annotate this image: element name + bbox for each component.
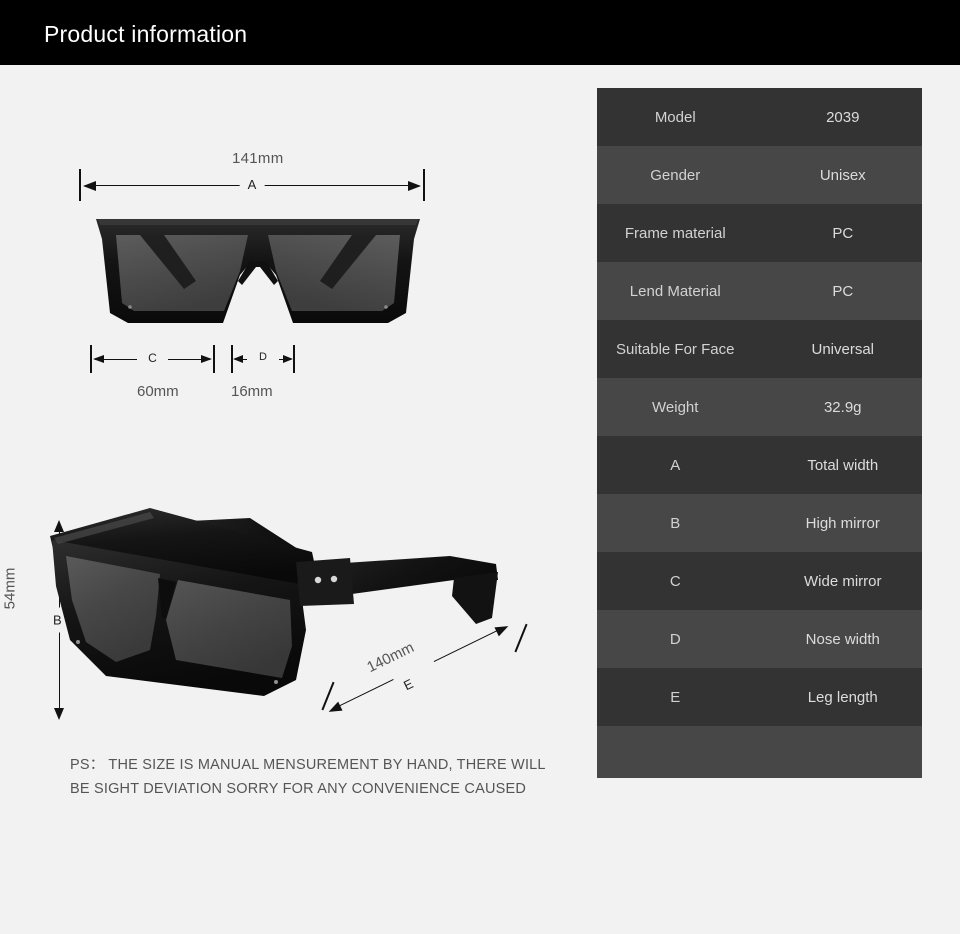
arrow-left-icon — [83, 181, 96, 191]
dimension-e-line-left — [335, 679, 394, 709]
spec-value: High mirror — [805, 514, 880, 532]
width-c-measurement-label: 60mm — [137, 383, 179, 400]
arrow-left-icon — [93, 355, 104, 363]
table-row: Gender Unisex — [597, 146, 922, 204]
disclaimer-line-2: BE SIGHT DEVIATION SORRY FOR ANY CONVENI… — [70, 781, 527, 797]
table-row: Model 2039 — [597, 88, 922, 146]
spec-key: E — [670, 688, 681, 706]
spec-value: PC — [832, 224, 854, 242]
page-header-bar: Product information — [0, 0, 960, 65]
rivet-angled-right — [274, 680, 278, 684]
table-row: C Wide mirror — [597, 552, 922, 610]
rivet-angled-left — [76, 640, 80, 644]
table-row: E Leg length — [597, 668, 922, 726]
arrow-right-icon — [283, 355, 293, 363]
dimension-e-line-right — [433, 629, 500, 663]
rivet-right — [384, 305, 388, 309]
dimension-a-tick-left — [79, 169, 81, 201]
sunglasses-front-image — [96, 219, 420, 323]
dimension-e-tick-end — [514, 623, 528, 653]
spec-key: C — [669, 572, 681, 590]
table-row: D Nose width — [597, 610, 922, 668]
dimension-a-tick-right — [423, 169, 425, 201]
spec-value: Leg length — [807, 688, 878, 706]
table-row: B High mirror — [597, 494, 922, 552]
arrow-right-icon — [201, 355, 212, 363]
temple-arm-tip — [452, 572, 498, 624]
table-row: A Total width — [597, 436, 922, 494]
table-row: Frame material PC — [597, 204, 922, 262]
spec-key: A — [670, 456, 681, 474]
dimension-c-arrow: C — [90, 345, 215, 373]
total-width-measurement-label: 141mm — [232, 150, 284, 167]
spec-value: Universal — [811, 340, 875, 358]
table-row: Weight 32.9g — [597, 378, 922, 436]
spec-key: B — [670, 514, 681, 532]
dimension-d-letter: D — [257, 351, 269, 363]
dimension-d-arrow: D — [231, 345, 295, 373]
page-title: Product information — [44, 21, 248, 47]
dimension-e-letter: E — [401, 675, 416, 694]
spec-value: 32.9g — [823, 398, 862, 416]
hinge-rivet-2 — [330, 575, 338, 583]
dimension-c-tick-left — [90, 345, 92, 373]
leg-e-measurement-label: 140mm — [364, 638, 417, 677]
product-diagram-panel: 141mm A C D 60mm 16mm B 54mm 140mm E PS：… — [0, 65, 580, 934]
dimension-e-arrow: 140mm E — [318, 621, 528, 731]
spec-value: Nose width — [805, 630, 880, 648]
spec-key: Gender — [650, 166, 701, 184]
width-d-measurement-label: 16mm — [231, 383, 273, 400]
spec-key: Suitable For Face — [616, 340, 735, 358]
specification-table: Model 2039 Gender Unisex Frame material … — [597, 88, 922, 778]
dimension-d-tick-right — [293, 345, 295, 373]
arrow-right-icon — [408, 181, 421, 191]
angled-view-block: B 54mm 140mm E — [0, 430, 580, 730]
dimension-a-arrow: A — [79, 169, 425, 201]
spec-key: Frame material — [624, 224, 726, 242]
spec-value: PC — [832, 282, 854, 300]
hinge-plate — [296, 558, 354, 606]
spec-value: 2039 — [826, 108, 860, 126]
spec-value: Total width — [807, 456, 879, 474]
spec-key: Weight — [652, 398, 699, 416]
arrow-left-icon — [233, 355, 243, 363]
dimension-c-tick-right — [213, 345, 215, 373]
dimension-a-line-right — [259, 185, 419, 187]
disclaimer-line-1: PS： THE SIZE IS MANUAL MENSUREMENT BY HA… — [70, 757, 546, 773]
dimension-a-letter: A — [239, 177, 265, 192]
spec-key: Model — [654, 108, 696, 126]
spec-value: Wide mirror — [804, 572, 882, 590]
table-row-empty — [597, 726, 922, 778]
dimension-c-letter: C — [144, 351, 161, 365]
spec-value: Unisex — [819, 166, 866, 184]
frame-top-highlight — [98, 219, 418, 225]
disclaimer-note: PS： THE SIZE IS MANUAL MENSUREMENT BY HA… — [70, 753, 550, 801]
front-view-block: 141mm A C D 60mm 16mm — [0, 65, 580, 425]
hinge-rivet-1 — [314, 576, 322, 584]
spec-key: Lend Material — [629, 282, 721, 300]
dimension-a-line-left — [85, 185, 245, 187]
spec-key: D — [669, 630, 681, 648]
rivet-left — [128, 305, 132, 309]
table-row: Lend Material PC — [597, 262, 922, 320]
table-row: Suitable For Face Universal — [597, 320, 922, 378]
height-b-measurement-label: 54mm — [1, 567, 19, 610]
